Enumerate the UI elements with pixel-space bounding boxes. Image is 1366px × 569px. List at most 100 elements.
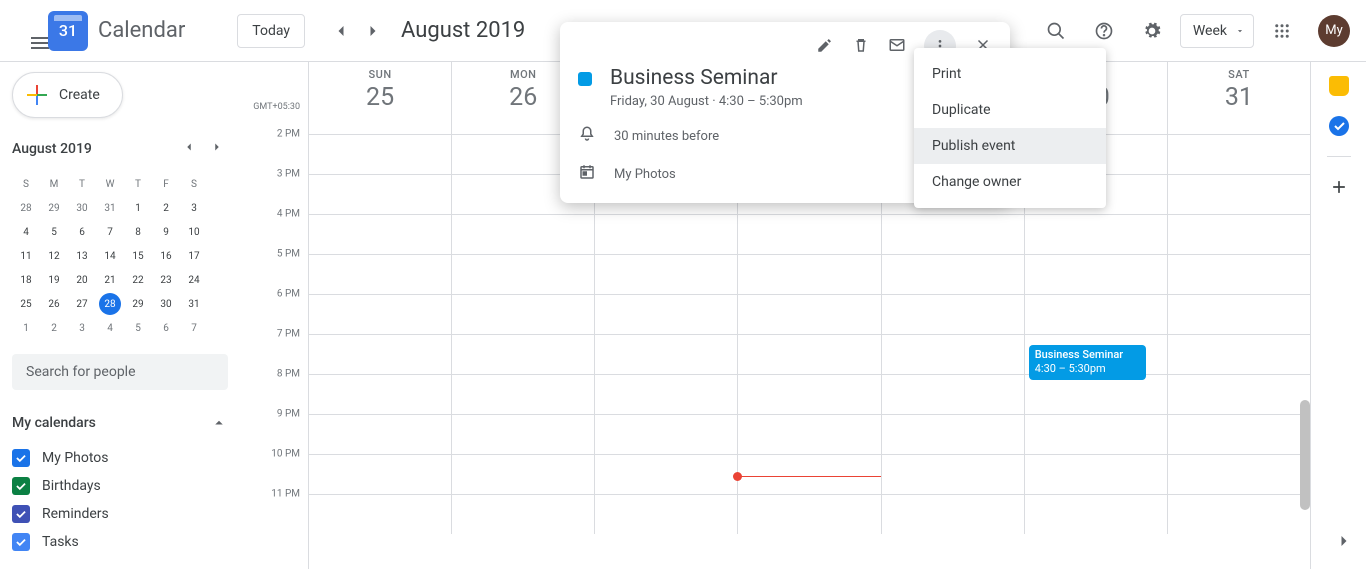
mini-cal-day[interactable]: 15	[124, 244, 152, 268]
mini-cal-day[interactable]: 31	[180, 292, 208, 316]
mini-cal-day[interactable]: 13	[68, 244, 96, 268]
mini-cal-day[interactable]: 2	[40, 316, 68, 340]
mini-cal-day[interactable]: 7	[96, 220, 124, 244]
calendar-item[interactable]: Tasks	[12, 528, 228, 556]
grid-cell[interactable]	[595, 335, 738, 374]
grid-cell[interactable]	[738, 495, 881, 534]
mini-cal-day[interactable]: 20	[68, 268, 96, 292]
grid-cell[interactable]	[738, 255, 881, 294]
grid-cell[interactable]	[882, 335, 1025, 374]
menu-item-duplicate[interactable]: Duplicate	[914, 92, 1106, 128]
grid-cell[interactable]	[595, 215, 738, 254]
calendar-checkbox[interactable]	[12, 505, 30, 523]
create-button[interactable]: Create	[12, 72, 123, 118]
mini-cal-day[interactable]: 17	[180, 244, 208, 268]
calendar-checkbox[interactable]	[12, 449, 30, 467]
grid-cell[interactable]	[452, 495, 595, 534]
grid-cell[interactable]	[1025, 295, 1168, 334]
grid-cell[interactable]	[882, 215, 1025, 254]
grid-cell[interactable]	[595, 295, 738, 334]
grid-cell[interactable]	[882, 455, 1025, 494]
tasks-icon[interactable]	[1329, 116, 1349, 136]
mini-cal-day[interactable]: 5	[124, 316, 152, 340]
mini-cal-day[interactable]: 16	[152, 244, 180, 268]
grid-cell[interactable]	[595, 455, 738, 494]
grid-cell[interactable]	[738, 375, 881, 414]
grid-cell[interactable]	[309, 415, 452, 454]
mini-cal-day[interactable]: 6	[68, 220, 96, 244]
settings-icon[interactable]	[1132, 11, 1172, 51]
grid-cell[interactable]	[1025, 215, 1168, 254]
grid-cell[interactable]	[309, 135, 452, 174]
grid-cell[interactable]	[595, 415, 738, 454]
delete-event-icon[interactable]	[852, 36, 870, 62]
mini-cal-day[interactable]: 11	[12, 244, 40, 268]
mini-cal-day[interactable]: 29	[40, 196, 68, 220]
grid-cell[interactable]	[882, 255, 1025, 294]
mini-cal-day[interactable]: 23	[152, 268, 180, 292]
calendar-checkbox[interactable]	[12, 533, 30, 551]
mini-cal-day[interactable]: 8	[124, 220, 152, 244]
mini-cal-day[interactable]: 31	[96, 196, 124, 220]
mini-cal-day[interactable]: 28	[12, 196, 40, 220]
mini-next-button[interactable]	[206, 136, 228, 162]
calendar-item[interactable]: My Photos	[12, 444, 228, 472]
menu-item-print[interactable]: Print	[914, 56, 1106, 92]
mini-cal-day[interactable]: 22	[124, 268, 152, 292]
grid-cell[interactable]	[452, 415, 595, 454]
grid-cell[interactable]	[738, 415, 881, 454]
mini-cal-day[interactable]: 10	[180, 220, 208, 244]
grid-cell[interactable]	[1168, 495, 1310, 534]
grid-cell[interactable]	[1025, 375, 1168, 414]
main-menu-icon[interactable]	[16, 19, 40, 43]
mini-cal-day[interactable]: 24	[180, 268, 208, 292]
keep-icon[interactable]	[1329, 76, 1349, 96]
grid-cell[interactable]	[1025, 415, 1168, 454]
mini-cal-day[interactable]: 5	[40, 220, 68, 244]
calendar-item[interactable]: Birthdays	[12, 472, 228, 500]
mini-cal-day[interactable]: 1	[12, 316, 40, 340]
grid-cell[interactable]	[595, 495, 738, 534]
grid-cell[interactable]	[738, 335, 881, 374]
grid-cell[interactable]	[1168, 335, 1310, 374]
mini-cal-day[interactable]: 28	[96, 292, 124, 316]
next-week-button[interactable]	[357, 15, 389, 47]
grid-cell[interactable]	[1025, 495, 1168, 534]
calendar-checkbox[interactable]	[12, 477, 30, 495]
mini-cal-day[interactable]: 4	[96, 316, 124, 340]
day-header[interactable]: SAT31	[1168, 62, 1310, 134]
grid-cell[interactable]	[452, 335, 595, 374]
grid-cell[interactable]	[738, 215, 881, 254]
mini-cal-day[interactable]: 25	[12, 292, 40, 316]
grid-cell[interactable]	[309, 175, 452, 214]
grid-cell[interactable]	[595, 375, 738, 414]
calendar-item[interactable]: Reminders	[12, 500, 228, 528]
grid-cell[interactable]	[882, 295, 1025, 334]
grid-cell[interactable]	[882, 375, 1025, 414]
mini-cal-day[interactable]: 9	[152, 220, 180, 244]
mini-cal-day[interactable]: 4	[12, 220, 40, 244]
my-calendars-toggle[interactable]: My calendars	[12, 410, 228, 436]
edit-event-icon[interactable]	[816, 36, 834, 62]
mini-cal-day[interactable]: 6	[152, 316, 180, 340]
mini-cal-day[interactable]: 27	[68, 292, 96, 316]
mini-cal-day[interactable]: 29	[124, 292, 152, 316]
account-avatar[interactable]: My	[1318, 15, 1350, 47]
grid-cell[interactable]	[882, 415, 1025, 454]
event-business-seminar[interactable]: Business Seminar 4:30 – 5:30pm	[1029, 345, 1146, 380]
grid-cell[interactable]	[309, 455, 452, 494]
today-button[interactable]: Today	[237, 14, 305, 48]
expand-side-panel-icon[interactable]	[1334, 531, 1354, 555]
grid-cell[interactable]	[738, 455, 881, 494]
grid-cell[interactable]	[452, 295, 595, 334]
scrollbar-thumb[interactable]	[1300, 400, 1310, 510]
menu-item-publish-event[interactable]: Publish event	[914, 128, 1106, 164]
grid-cell[interactable]	[738, 295, 881, 334]
prev-week-button[interactable]	[325, 15, 357, 47]
help-icon[interactable]	[1084, 11, 1124, 51]
email-guests-icon[interactable]	[888, 36, 906, 62]
grid-cell[interactable]	[1025, 255, 1168, 294]
mini-cal-day[interactable]: 30	[152, 292, 180, 316]
grid-cell[interactable]	[1168, 455, 1310, 494]
mini-cal-day[interactable]: 3	[68, 316, 96, 340]
